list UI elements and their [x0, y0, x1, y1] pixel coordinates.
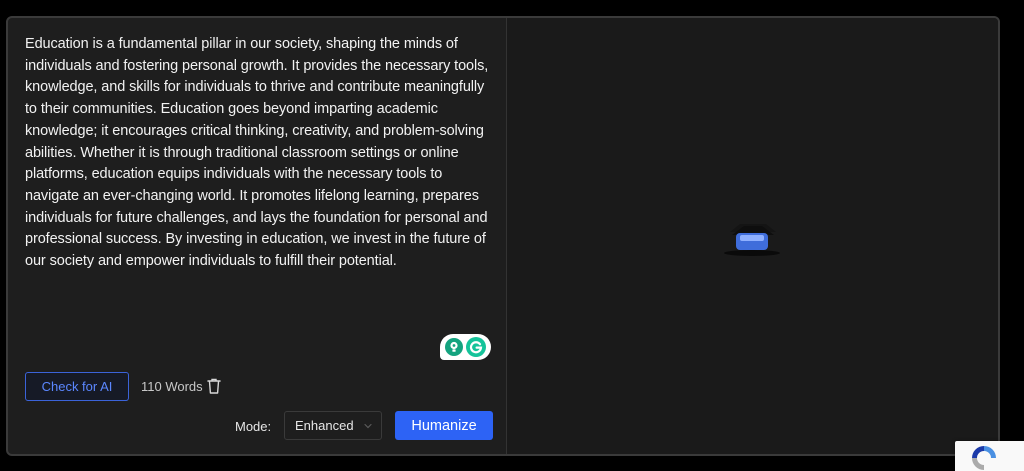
empty-box-icon: [722, 220, 784, 260]
input-panel: Education is a fundamental pillar in our…: [8, 18, 507, 454]
mode-select[interactable]: Enhanced: [284, 411, 382, 440]
mode-select-value: Enhanced: [295, 418, 354, 433]
chevron-down-icon: [362, 420, 374, 432]
word-count: 110 Words: [141, 379, 203, 394]
humanizer-app: Education is a fundamental pillar in our…: [6, 16, 1000, 456]
lightbulb-icon: [445, 338, 463, 356]
input-textarea[interactable]: Education is a fundamental pillar in our…: [25, 34, 490, 273]
check-for-ai-button[interactable]: Check for AI: [25, 372, 129, 401]
humanize-button[interactable]: Humanize: [395, 411, 493, 440]
output-panel: [507, 18, 998, 454]
recaptcha-badge[interactable]: [955, 441, 1024, 471]
grammarly-badge[interactable]: [440, 334, 491, 360]
mode-label: Mode:: [235, 419, 272, 434]
grammarly-icon: [466, 337, 486, 357]
trash-icon[interactable]: [206, 377, 222, 395]
